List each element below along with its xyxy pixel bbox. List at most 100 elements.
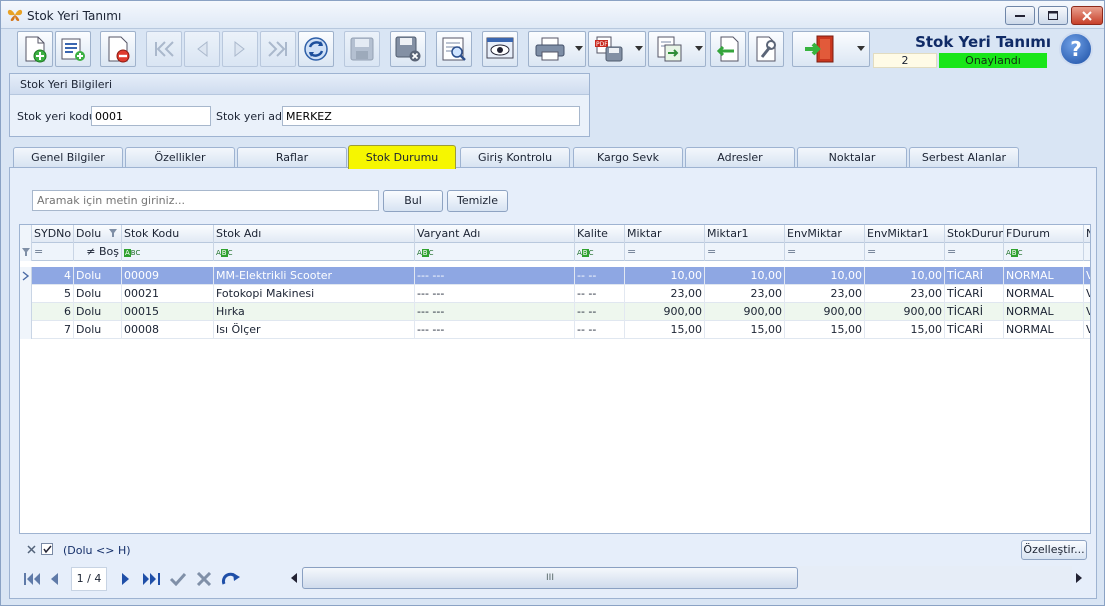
- clear-filter-icon[interactable]: [27, 545, 36, 554]
- filter-dolu[interactable]: ≠ Boş: [74, 243, 122, 261]
- table-row[interactable]: 6 Dolu 00015 Hırka --- --- -- -- 900,00 …: [20, 303, 1090, 321]
- first-record-button[interactable]: [146, 31, 182, 67]
- view-button[interactable]: [482, 31, 518, 67]
- col-miktar1[interactable]: Miktar1: [705, 225, 785, 243]
- filter-fdurum[interactable]: ABC: [1004, 243, 1084, 261]
- app-window: Stok Yeri Tanımı PDF Stok Yeri Tanımı 2 …: [0, 0, 1105, 606]
- minimize-button[interactable]: [1005, 6, 1035, 25]
- check-icon: [43, 545, 52, 554]
- search-input[interactable]: [32, 190, 379, 211]
- col-sydno[interactable]: SYDNo: [32, 225, 74, 243]
- delete-button[interactable]: [100, 31, 136, 67]
- col-envmiktar[interactable]: EnvMiktar: [785, 225, 865, 243]
- tab-shelves[interactable]: Raflar: [237, 147, 347, 168]
- nav-post-button[interactable]: [167, 570, 189, 588]
- filter-n[interactable]: [1084, 243, 1090, 261]
- nav-cancel-button[interactable]: [193, 570, 215, 588]
- name-label: Stok yeri adı: [216, 110, 286, 123]
- filter-sydno[interactable]: =: [32, 243, 74, 261]
- first-record-icon: [24, 573, 40, 585]
- col-n[interactable]: N: [1084, 225, 1090, 243]
- scroll-right-icon[interactable]: [1075, 573, 1083, 583]
- export-pdf-button[interactable]: PDF: [588, 31, 646, 67]
- nav-next-button[interactable]: [119, 570, 133, 588]
- horizontal-scrollbar[interactable]: III: [288, 566, 1085, 590]
- find-button[interactable]: Bul: [383, 190, 443, 212]
- refresh-button[interactable]: [298, 31, 334, 67]
- print-button[interactable]: [528, 31, 586, 67]
- tab-free-fields[interactable]: Serbest Alanlar: [909, 147, 1019, 168]
- filter-stok-kodu[interactable]: ABC: [122, 243, 214, 261]
- help-button[interactable]: ?: [1059, 32, 1093, 66]
- col-dolu[interactable]: Dolu: [74, 225, 122, 243]
- col-stok-adi[interactable]: Stok Adı: [214, 225, 415, 243]
- nav-last-button[interactable]: [141, 570, 163, 588]
- code-label: Stok yeri kodu: [17, 110, 96, 123]
- tab-stock-status[interactable]: Stok Durumu: [348, 145, 456, 169]
- filter-expression[interactable]: (Dolu <> H): [63, 544, 131, 557]
- tab-general[interactable]: Genel Bilgiler: [13, 147, 123, 168]
- nav-prev-button[interactable]: [47, 570, 61, 588]
- window-title: Stok Yeri Tanımı: [27, 9, 122, 23]
- col-stok-kodu[interactable]: Stok Kodu: [122, 225, 214, 243]
- tab-points[interactable]: Noktalar: [797, 147, 907, 168]
- filter-enabled-checkbox[interactable]: [41, 543, 53, 555]
- next-record-button[interactable]: [222, 31, 258, 67]
- text-filter-icon: ABC: [577, 249, 594, 257]
- save-button[interactable]: [344, 31, 380, 67]
- grid-navigator: 1 / 4: [19, 564, 289, 594]
- stock-status-panel: Bul Temizle SYDNo Dolu Stok Kodu Stok Ad…: [9, 167, 1097, 599]
- filter-stok-adi[interactable]: ABC: [214, 243, 415, 261]
- maximize-button[interactable]: [1038, 6, 1068, 25]
- add-list-button[interactable]: [55, 31, 91, 67]
- cancel-icon: [196, 572, 212, 586]
- filter-stokdurum[interactable]: =: [945, 243, 1004, 261]
- filter-envmiktar[interactable]: =: [785, 243, 865, 261]
- new-button[interactable]: [17, 31, 53, 67]
- clear-button[interactable]: Temizle: [447, 190, 508, 212]
- tab-cargo[interactable]: Kargo Sevk: [573, 147, 683, 168]
- exit-button[interactable]: [792, 31, 870, 67]
- import-button[interactable]: [710, 31, 746, 67]
- text-filter-icon: ABC: [417, 249, 434, 257]
- nav-first-button[interactable]: [23, 570, 41, 588]
- tools-button[interactable]: [748, 31, 784, 67]
- previous-record-icon: [51, 573, 58, 585]
- table-row[interactable]: 7 Dolu 00008 Isı Ölçer --- --- -- -- 15,…: [20, 321, 1090, 339]
- col-varyant-adi[interactable]: Varyant Adı: [415, 225, 575, 243]
- tab-entry-control[interactable]: Giriş Kontrolu: [460, 147, 570, 168]
- last-record-button[interactable]: [260, 31, 296, 67]
- tab-features[interactable]: Özellikler: [125, 147, 235, 168]
- transfer-button[interactable]: [648, 31, 706, 67]
- code-input[interactable]: [91, 106, 211, 126]
- record-number: 2: [873, 53, 937, 68]
- text-filter-icon: ABC: [124, 249, 141, 257]
- col-stokdurum[interactable]: StokDurum: [945, 225, 1004, 243]
- previous-record-button[interactable]: [184, 31, 220, 67]
- filter-varyant[interactable]: ABC: [415, 243, 575, 261]
- table-row[interactable]: 4 Dolu 00009 MM-Elektrikli Scooter --- -…: [20, 267, 1090, 285]
- filter-envmiktar1[interactable]: =: [865, 243, 945, 261]
- filter-miktar1[interactable]: =: [705, 243, 785, 261]
- col-fdurum[interactable]: FDurum: [1004, 225, 1084, 243]
- name-input[interactable]: [282, 106, 580, 126]
- close-button[interactable]: [1071, 6, 1103, 25]
- filter-miktar[interactable]: =: [625, 243, 705, 261]
- save-close-button[interactable]: [390, 31, 426, 67]
- nav-refresh-button[interactable]: [219, 570, 243, 588]
- help-icon: ?: [1070, 37, 1082, 61]
- minimize-icon: [1015, 14, 1025, 17]
- col-miktar[interactable]: Miktar: [625, 225, 705, 243]
- scroll-thumb[interactable]: III: [302, 567, 798, 589]
- table-row[interactable]: 5 Dolu 00021 Fotokopi Makinesi --- --- -…: [20, 285, 1090, 303]
- tab-addresses[interactable]: Adresler: [685, 147, 795, 168]
- col-envmiktar1[interactable]: EnvMiktar1: [865, 225, 945, 243]
- preview-button[interactable]: [436, 31, 472, 67]
- col-kalite[interactable]: Kalite: [575, 225, 625, 243]
- row-indicator: [20, 303, 32, 321]
- customize-button[interactable]: Özelleştir...: [1021, 540, 1087, 560]
- scroll-left-icon[interactable]: [290, 573, 298, 583]
- text-filter-icon: ABC: [216, 249, 233, 257]
- filter-kalite[interactable]: ABC: [575, 243, 625, 261]
- close-icon: [1082, 10, 1092, 21]
